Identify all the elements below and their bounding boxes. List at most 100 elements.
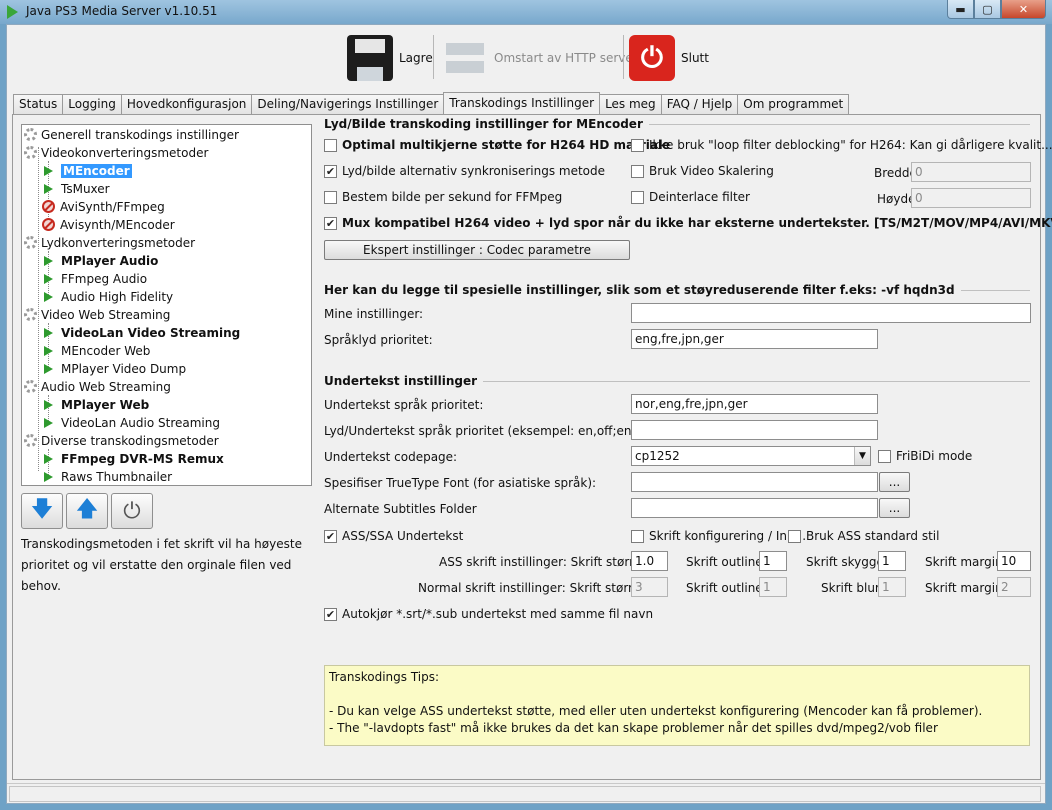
tree-item[interactable]: VideoLan Video Streaming (44, 324, 240, 341)
altsync-checkbox[interactable]: ✔ Lyd/bilde alternativ synkroniserings me… (324, 164, 605, 178)
loopfilter-checkbox[interactable]: Ikke bruk "loop filter deblocking" for H… (631, 138, 1052, 152)
normal-margin-input[interactable]: 2 (997, 577, 1031, 597)
minimize-button[interactable]: ▬ (947, 0, 974, 19)
move-up-button[interactable]: 🡅 (66, 493, 108, 529)
tab-logging[interactable]: Logging (62, 94, 122, 114)
ttf-input[interactable] (631, 472, 878, 492)
tab-status[interactable]: Status (13, 94, 64, 114)
tree-item[interactable]: Videokonverteringsmetoder (24, 144, 208, 161)
tree-item[interactable]: MPlayer Video Dump (44, 360, 186, 377)
play-icon (44, 165, 53, 176)
ttf-browse-button[interactable]: ... (879, 472, 910, 492)
tree-item[interactable]: MPlayer Web (44, 396, 149, 413)
normal-outline-input[interactable]: 1 (759, 577, 787, 597)
tab-about[interactable]: Om programmet (737, 94, 850, 114)
checkbox-box: ✔ (324, 216, 337, 230)
tree-item[interactable]: AviSynth/FFmpeg (42, 198, 165, 215)
font-config-checkbox[interactable]: Skrift konfigurering / Inn... (631, 529, 806, 543)
tree-item-selected[interactable]: MEncoder (44, 162, 132, 179)
audio-sub-label: Lyd/Undertekst språk prioritet (eksempel… (324, 424, 668, 438)
ass-font-label: ASS skrift instillinger: Skrift størrels… (439, 555, 659, 569)
tree-item[interactable]: Audio Web Streaming (24, 378, 171, 395)
play-icon (44, 363, 53, 374)
title-bar[interactable]: Java PS3 Media Server v1.10.51 ▬ ▢ ✕ (0, 0, 1052, 24)
deinterlace-checkbox[interactable]: Deinterlace filter (631, 190, 750, 204)
maximize-button[interactable]: ▢ (974, 0, 1001, 19)
alt-folder-label: Alternate Subtitles Folder (324, 502, 477, 516)
height-label: Høyde (877, 192, 916, 206)
tab-transcoding[interactable]: Transkodings Instillinger (443, 92, 601, 114)
ass-checkbox[interactable]: ✔ ASS/SSA Undertekst (324, 529, 463, 543)
gear-icon (24, 434, 37, 447)
height-input[interactable]: 0 (911, 188, 1031, 208)
arrow-down-icon: 🡇 (30, 497, 54, 522)
audio-lang-input[interactable]: eng,fre,jpn,ger (631, 329, 878, 349)
alt-folder-browse-button[interactable]: ... (879, 498, 910, 518)
window-title: Java PS3 Media Server v1.10.51 (26, 4, 218, 18)
gear-icon (24, 380, 37, 393)
ass-shadow-input[interactable]: 1 (878, 551, 906, 571)
codepage-dropdown[interactable]: cp1252 ▼ (631, 446, 871, 466)
subs-section-title: Undertekst instillinger (324, 374, 1030, 388)
power-icon: ⏻ (629, 35, 675, 81)
tab-sharing[interactable]: Deling/Navigerings Instillinger (251, 94, 445, 114)
fps-checkbox[interactable]: Bestem bilde per sekund for FFMpeg (324, 190, 562, 204)
tree-item[interactable]: MPlayer Audio (44, 252, 158, 269)
tree-item[interactable]: Diverse transkodingsmetoder (24, 432, 219, 449)
close-button[interactable]: ✕ (1001, 0, 1046, 19)
quit-button[interactable]: ⏻ Slutt (629, 31, 709, 85)
chevron-down-icon: ▼ (854, 447, 870, 465)
ass-default-checkbox[interactable]: Bruk ASS standard stil (788, 529, 939, 543)
ass-margin-input[interactable]: 10 (997, 551, 1031, 571)
tab-faq[interactable]: FAQ / Hjelp (660, 94, 739, 114)
app-icon (7, 5, 18, 19)
ass-outline-input[interactable]: 1 (759, 551, 787, 571)
checkbox-box (324, 138, 337, 152)
save-button[interactable]: Lagre (347, 31, 433, 85)
fribidi-checkbox[interactable]: FriBiDi mode (878, 449, 972, 463)
mux-checkbox[interactable]: ✔ Mux kompatibel H264 video + lyd spor nå… (324, 216, 1052, 230)
restart-http-button[interactable]: Omstart av HTTP server (442, 31, 638, 85)
tree-item[interactable]: Lydkonverteringsmetoder (24, 234, 195, 251)
autoload-checkbox[interactable]: ✔ Autokjør *.srt/*.sub undertekst med sam… (324, 607, 653, 621)
tree-item[interactable]: FFmpeg Audio (44, 270, 147, 287)
normal-blur-input[interactable]: 1 (878, 577, 906, 597)
tree-item[interactable]: FFmpeg DVR-MS Remux (44, 450, 224, 467)
sub-lang-input[interactable]: nor,eng,fre,jpn,ger (631, 394, 878, 414)
tree-item[interactable]: Raws Thumbnailer (44, 468, 172, 485)
tree-item[interactable]: Video Web Streaming (24, 306, 170, 323)
multicore-checkbox[interactable]: Optimal multikjerne støtte for H264 HD m… (324, 138, 670, 152)
gear-icon (24, 146, 37, 159)
move-down-button[interactable]: 🡇 (21, 493, 63, 529)
toggle-engine-button[interactable]: ⏻ (111, 493, 153, 529)
ass-shadow-label: Skrift skygge (806, 555, 884, 569)
priority-note: Transkodingsmetoden i fet skrift vil ha … (21, 537, 302, 593)
plug-icon: ⏻ (123, 498, 141, 524)
alt-folder-input[interactable] (631, 498, 878, 518)
play-icon (44, 291, 53, 302)
tips-title: Transkodings Tips: (329, 670, 440, 684)
tree-item[interactable]: MEncoder Web (44, 342, 150, 359)
tree-item[interactable]: Avisynth/MEncoder (42, 216, 175, 233)
width-input[interactable]: 0 (911, 162, 1031, 182)
expert-settings-button[interactable]: Ekspert instillinger : Codec parametre (324, 240, 630, 260)
floppy-icon (347, 35, 393, 81)
my-settings-input[interactable] (631, 303, 1031, 323)
restart-label: Omstart av HTTP server (494, 51, 638, 65)
checkbox-box (878, 449, 891, 463)
tree-item[interactable]: Generell transkodings instillinger (24, 126, 239, 143)
scaling-checkbox[interactable]: Bruk Video Skalering (631, 164, 774, 178)
audio-sub-input[interactable] (631, 420, 878, 440)
play-icon (44, 399, 53, 410)
tab-readme[interactable]: Les meg (599, 94, 662, 114)
tab-main-config[interactable]: Hovedkonfigurasjon (120, 94, 253, 114)
checkbox-box (631, 190, 644, 204)
engine-tree[interactable]: Generell transkodings instillinger Video… (21, 124, 312, 486)
normal-font-size-input[interactable]: 3 (631, 577, 668, 597)
ass-font-size-input[interactable]: 1.0 (631, 551, 668, 571)
play-icon (44, 453, 53, 464)
tree-item[interactable]: Audio High Fidelity (44, 288, 173, 305)
checkbox-box (324, 190, 337, 204)
tree-item[interactable]: VideoLan Audio Streaming (44, 414, 220, 431)
tree-item[interactable]: TsMuxer (44, 180, 110, 197)
